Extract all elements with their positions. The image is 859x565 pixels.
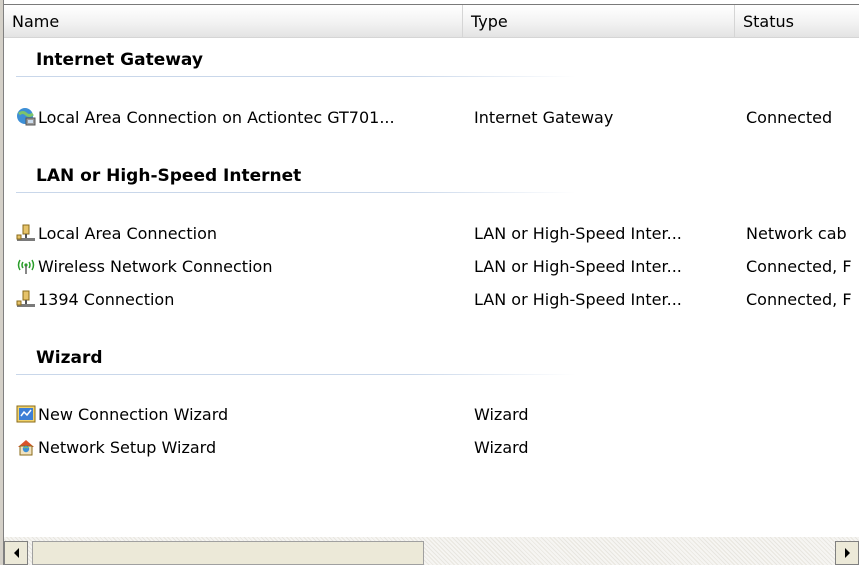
list-item-gateway-connection[interactable]: Local Area Connection on Actiontec GT701… <box>16 103 859 131</box>
window-left-edge <box>0 0 4 565</box>
column-header: Name Type Status <box>4 4 859 38</box>
item-name: Network Setup Wizard <box>38 437 217 457</box>
scroll-left-button[interactable] <box>4 541 28 565</box>
internet-gateway-icon <box>17 108 36 126</box>
item-type: LAN or High-Speed Inter... <box>474 289 682 309</box>
item-type: Wizard <box>474 437 529 457</box>
lan-connection-icon <box>16 224 35 241</box>
wireless-connection-icon <box>17 259 35 274</box>
lan-connection-icon <box>16 290 35 307</box>
item-status: Connected, F <box>746 256 852 276</box>
group-divider <box>16 192 576 193</box>
arrow-left-icon <box>13 548 19 558</box>
column-header-status[interactable]: Status <box>734 5 859 37</box>
list-item-network-setup-wizard[interactable]: Network Setup Wizard Wizard <box>16 433 859 461</box>
item-name: Wireless Network Connection <box>38 256 273 276</box>
item-type: Wizard <box>474 404 529 424</box>
group-header-lan: LAN or High-Speed Internet <box>36 166 302 186</box>
item-name: Local Area Connection <box>38 223 217 243</box>
group-header-internet-gateway: Internet Gateway <box>36 50 203 70</box>
list-item-wireless-network-connection[interactable]: Wireless Network Connection LAN or High-… <box>16 252 859 280</box>
item-status: Connected <box>746 107 833 127</box>
item-status: Connected, F <box>746 289 852 309</box>
item-name: New Connection Wizard <box>38 404 229 424</box>
item-name: Local Area Connection on Actiontec GT701… <box>38 107 395 127</box>
item-status: Network cab <box>746 223 847 243</box>
new-connection-wizard-icon <box>16 405 36 423</box>
item-name: 1394 Connection <box>38 289 175 309</box>
list-item-new-connection-wizard[interactable]: New Connection Wizard Wizard <box>16 400 859 428</box>
scrollbar-thumb[interactable] <box>32 541 424 565</box>
arrow-right-icon <box>844 548 850 558</box>
network-setup-wizard-icon <box>18 440 34 456</box>
item-type: LAN or High-Speed Inter... <box>474 223 682 243</box>
horizontal-scrollbar[interactable] <box>4 537 859 565</box>
group-divider <box>16 374 576 375</box>
item-type: LAN or High-Speed Inter... <box>474 256 682 276</box>
group-header-wizard: Wizard <box>36 348 103 368</box>
item-type: Internet Gateway <box>474 107 614 127</box>
column-header-name[interactable]: Name <box>4 5 462 37</box>
list-item-1394-connection[interactable]: 1394 Connection LAN or High-Speed Inter.… <box>16 285 859 313</box>
list-item-local-area-connection[interactable]: Local Area Connection LAN or High-Speed … <box>16 219 859 247</box>
group-divider <box>16 76 576 77</box>
scroll-right-button[interactable] <box>835 541 859 565</box>
column-header-type[interactable]: Type <box>462 5 734 37</box>
